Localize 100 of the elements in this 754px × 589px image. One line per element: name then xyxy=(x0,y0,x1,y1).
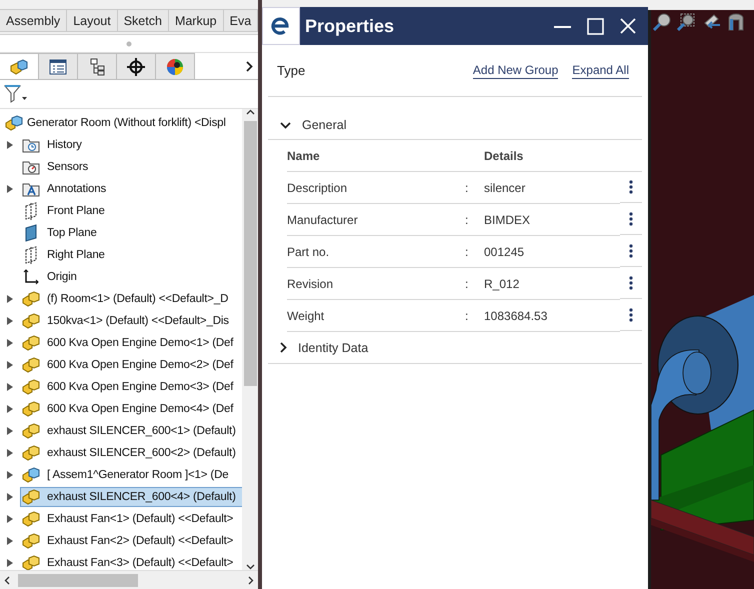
list-icon xyxy=(49,58,67,74)
plane-icon xyxy=(24,224,38,242)
expand-arrow-icon[interactable] xyxy=(7,361,13,369)
blocks-icon xyxy=(22,313,40,329)
property-value: 1083684.53 xyxy=(484,300,620,332)
tree-item[interactable]: 600 Kva Open Engine Demo<2> (Def xyxy=(20,355,242,375)
expand-arrow-icon[interactable] xyxy=(7,559,13,567)
expand-arrow-icon[interactable] xyxy=(7,537,13,545)
crosshair-icon xyxy=(127,58,145,76)
history-folder-icon xyxy=(22,137,40,153)
tree-item[interactable]: exhaust SILENCER_600<2> (Default) xyxy=(20,443,242,463)
plane-icon xyxy=(24,246,38,264)
color-ball-icon xyxy=(166,58,184,76)
expand-arrow-icon[interactable] xyxy=(7,185,13,193)
hierarchy-icon xyxy=(89,58,105,76)
cube-blocks-icon xyxy=(5,115,23,131)
tree-item[interactable]: 600 Kva Open Engine Demo<4> (Def xyxy=(20,399,242,419)
expand-arrow-icon[interactable] xyxy=(7,493,13,501)
more-options-icon[interactable] xyxy=(629,244,633,258)
close-button[interactable] xyxy=(620,18,636,34)
tree-item[interactable]: exhaust SILENCER_600<4> (Default) xyxy=(20,487,242,507)
window-title: Properties xyxy=(305,16,396,36)
blocks-icon xyxy=(22,423,40,439)
property-value: silencer xyxy=(484,172,620,204)
panel-tab[interactable] xyxy=(0,53,39,79)
tree-item[interactable]: Exhaust Fan<1> (Default) <<Default> xyxy=(20,509,242,529)
blocks-icon xyxy=(22,445,40,461)
property-name: Revision xyxy=(287,268,465,300)
tree-item[interactable]: Right Plane xyxy=(20,245,136,265)
colon-label: : xyxy=(465,268,484,300)
tree-item[interactable]: Top Plane xyxy=(20,223,128,243)
handle-dot-icon[interactable] xyxy=(126,40,132,46)
axes-icon xyxy=(23,269,39,285)
tree-item[interactable]: Front Plane xyxy=(20,201,136,221)
expand-arrow-icon[interactable] xyxy=(7,405,13,413)
ribbon-tab[interactable]: Markup xyxy=(168,9,224,32)
tree-item[interactable]: Exhaust Fan<3> (Default) <<Default> xyxy=(20,553,242,570)
property-name: Manufacturer xyxy=(287,204,465,236)
property-name: Part no. xyxy=(287,236,465,268)
ribbon-tab[interactable]: Sketch xyxy=(118,9,169,32)
zoom-fit-icon[interactable] xyxy=(653,13,671,31)
expand-arrow-icon[interactable] xyxy=(7,317,13,325)
panel-tab[interactable] xyxy=(78,53,117,79)
type-label: Type xyxy=(277,63,306,78)
maximize-button[interactable] xyxy=(587,18,604,34)
link[interactable]: Expand All xyxy=(572,62,629,78)
link[interactable]: Add New Group xyxy=(472,62,558,78)
group-header[interactable]: General xyxy=(268,111,642,140)
blocks-icon xyxy=(22,291,40,307)
expand-arrow-icon[interactable] xyxy=(7,427,13,435)
expand-arrow-icon[interactable] xyxy=(7,339,13,347)
tree-item[interactable]: 600 Kva Open Engine Demo<3> (Def xyxy=(20,377,242,397)
expand-arrow-icon[interactable] xyxy=(7,141,13,149)
more-options-icon[interactable] xyxy=(629,276,633,290)
zoom-area-icon[interactable] xyxy=(677,13,695,31)
ribbon-tab[interactable]: Assembly xyxy=(0,9,68,32)
tree-item[interactable]: History xyxy=(20,135,113,155)
expand-arrow-icon[interactable] xyxy=(7,449,13,457)
blocks-icon xyxy=(10,58,28,74)
more-options-icon[interactable] xyxy=(629,180,633,194)
tree-item[interactable]: Sensors xyxy=(20,157,120,177)
ribbon-tab[interactable]: Eva xyxy=(224,9,258,32)
blocks-icon xyxy=(22,357,40,373)
horizontal-scrollbar[interactable] xyxy=(0,570,258,589)
expand-arrow-icon[interactable] xyxy=(7,295,13,303)
blocks-icon xyxy=(22,555,40,570)
panel-tab[interactable] xyxy=(156,53,195,79)
colon-label: : xyxy=(465,236,484,268)
tree-item[interactable]: [ Assem1^Generator Room ]<1> (De xyxy=(20,465,242,485)
property-name: Description xyxy=(287,172,465,204)
tree-item[interactable]: exhaust SILENCER_600<1> (Default) xyxy=(20,421,242,441)
more-options-icon[interactable] xyxy=(629,212,633,226)
plane-icon xyxy=(24,202,38,220)
tree-item[interactable]: Annotations xyxy=(20,179,138,199)
blocks-icon xyxy=(22,533,40,549)
group-header[interactable]: Identity Data xyxy=(268,332,642,364)
more-options-icon[interactable] xyxy=(629,308,633,322)
expand-arrow-icon[interactable] xyxy=(7,471,13,479)
filter-icon[interactable] xyxy=(4,85,28,103)
gauge-folder-icon xyxy=(22,159,40,175)
chevron-right-icon[interactable] xyxy=(246,60,253,72)
tree-item[interactable]: 600 Kva Open Engine Demo<1> (Def xyxy=(20,333,242,353)
ribbon-tab[interactable]: Layout xyxy=(67,9,118,32)
property-value: R_012 xyxy=(484,268,620,300)
tree-item[interactable]: Generator Room (Without forklift) <Displ xyxy=(3,113,242,133)
section-view-icon[interactable] xyxy=(727,13,745,31)
expand-arrow-icon[interactable] xyxy=(7,383,13,391)
panel-tab[interactable] xyxy=(39,53,78,79)
property-value: BIMDEX xyxy=(484,204,620,236)
tree-item[interactable]: (f) Room<1> (Default) <<Default>_D xyxy=(20,289,242,309)
tree-item[interactable]: 150kva<1> (Default) <<Default>_Dis xyxy=(20,311,242,331)
panel-tab[interactable] xyxy=(117,53,156,79)
expand-arrow-icon[interactable] xyxy=(7,515,13,523)
tree-item[interactable]: Exhaust Fan<2> (Default) <<Default> xyxy=(20,531,242,551)
colon-label: : xyxy=(465,300,484,332)
blocks-icon xyxy=(22,511,40,527)
property-name: Weight xyxy=(287,300,465,332)
vertical-scrollbar[interactable] xyxy=(242,109,258,570)
cube-blocks-icon xyxy=(22,467,40,483)
tree-item[interactable]: Origin xyxy=(20,267,108,287)
